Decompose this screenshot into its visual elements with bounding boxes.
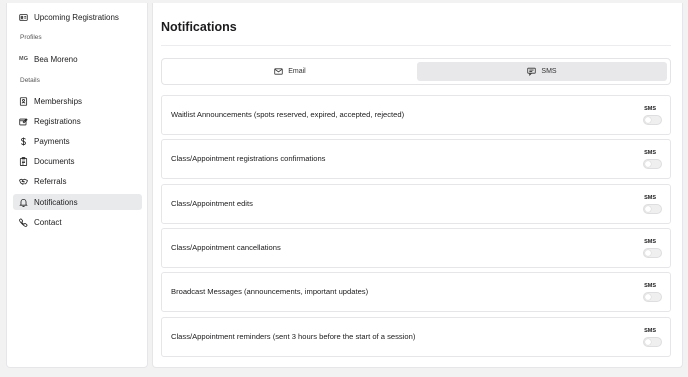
notification-label: Broadcast Messages (announcements, impor… xyxy=(171,287,369,296)
main-panel: Notifications Email SMS Waitlist Announc… xyxy=(152,3,683,368)
channel-label: SMS xyxy=(644,150,656,156)
sidebar-item-label: Registrations xyxy=(34,116,81,126)
channel-label: SMS xyxy=(644,328,656,334)
toggle-knob xyxy=(645,250,651,256)
tab-sms[interactable]: SMS xyxy=(417,62,667,81)
bell-icon xyxy=(19,198,28,207)
notification-card: Class/Appointment reminders (sent 3 hour… xyxy=(161,317,671,357)
page-title: Notifications xyxy=(161,20,237,34)
toggle-knob xyxy=(645,117,651,123)
sms-toggle[interactable] xyxy=(643,337,662,347)
toggle-knob xyxy=(645,294,651,300)
profile-name: Bea Moreno xyxy=(34,54,78,64)
sms-toggle[interactable] xyxy=(643,292,662,302)
id-card-icon xyxy=(19,96,28,106)
mail-icon xyxy=(274,68,283,75)
register-icon xyxy=(19,117,28,125)
tab-label: SMS xyxy=(541,68,557,75)
notification-label: Class/Appointment cancellations xyxy=(171,243,281,252)
notification-label: Class/Appointment registrations confirma… xyxy=(171,154,326,163)
profiles-section-label: Profiles xyxy=(20,34,42,41)
id-card-icon xyxy=(19,13,28,21)
notification-card: Waitlist Announcements (spots reserved, … xyxy=(161,95,671,135)
tab-label: Email xyxy=(288,68,306,75)
toggle-knob xyxy=(645,161,651,167)
notification-card: Class/Appointment edits SMS xyxy=(161,184,671,224)
dollar-icon xyxy=(21,136,26,146)
sidebar-item-referrals[interactable]: Referrals xyxy=(13,173,142,189)
clipboard-icon xyxy=(19,156,28,166)
divider xyxy=(161,45,671,46)
notification-label: Class/Appointment reminders (sent 3 hour… xyxy=(171,332,416,341)
sidebar-item-payments[interactable]: Payments xyxy=(13,133,142,149)
notification-label: Waitlist Announcements (spots reserved, … xyxy=(171,110,405,119)
sms-toggle[interactable] xyxy=(643,248,662,258)
sidebar-item-label: Contact xyxy=(34,217,62,227)
sidebar-item-label: Memberships xyxy=(34,96,83,106)
channel-label: SMS xyxy=(644,283,656,289)
notification-card: Class/Appointment registrations confirma… xyxy=(161,139,671,179)
sidebar-item-profile[interactable]: MG Bea Moreno xyxy=(13,51,142,67)
sidebar: Upcoming Registrations Profiles MG Bea M… xyxy=(6,3,148,368)
channel-label: SMS xyxy=(644,195,656,201)
phone-icon xyxy=(19,218,28,227)
sidebar-item-label: Notifications xyxy=(34,197,78,207)
notification-card: Broadcast Messages (announcements, impor… xyxy=(161,272,671,312)
channel-tabs: Email SMS xyxy=(161,58,671,85)
details-section-label: Details xyxy=(20,77,40,84)
sidebar-item-documents[interactable]: Documents xyxy=(13,153,142,169)
sms-toggle[interactable] xyxy=(643,159,662,169)
sms-toggle[interactable] xyxy=(643,115,662,125)
message-icon xyxy=(527,67,537,76)
sms-toggle[interactable] xyxy=(643,204,662,214)
sidebar-item-upcoming-registrations[interactable]: Upcoming Registrations xyxy=(13,9,142,25)
sidebar-item-notifications[interactable]: Notifications xyxy=(13,194,142,210)
tab-email[interactable]: Email xyxy=(165,62,415,81)
toggle-knob xyxy=(645,206,651,212)
sidebar-item-label: Payments xyxy=(34,136,70,146)
sidebar-item-label: Upcoming Registrations xyxy=(34,12,119,22)
sidebar-item-registrations[interactable]: Registrations xyxy=(13,113,142,129)
notification-label: Class/Appointment edits xyxy=(171,199,253,208)
sidebar-item-memberships[interactable]: Memberships xyxy=(13,93,142,109)
sidebar-item-contact[interactable]: Contact xyxy=(13,214,142,230)
handshake-icon xyxy=(19,178,28,185)
channel-label: SMS xyxy=(644,106,656,112)
toggle-knob xyxy=(645,339,651,345)
notification-card: Class/Appointment cancellations SMS xyxy=(161,228,671,268)
avatar: MG xyxy=(19,56,29,62)
channel-label: SMS xyxy=(644,239,656,245)
sidebar-item-label: Documents xyxy=(34,156,75,166)
sidebar-item-label: Referrals xyxy=(34,176,67,186)
